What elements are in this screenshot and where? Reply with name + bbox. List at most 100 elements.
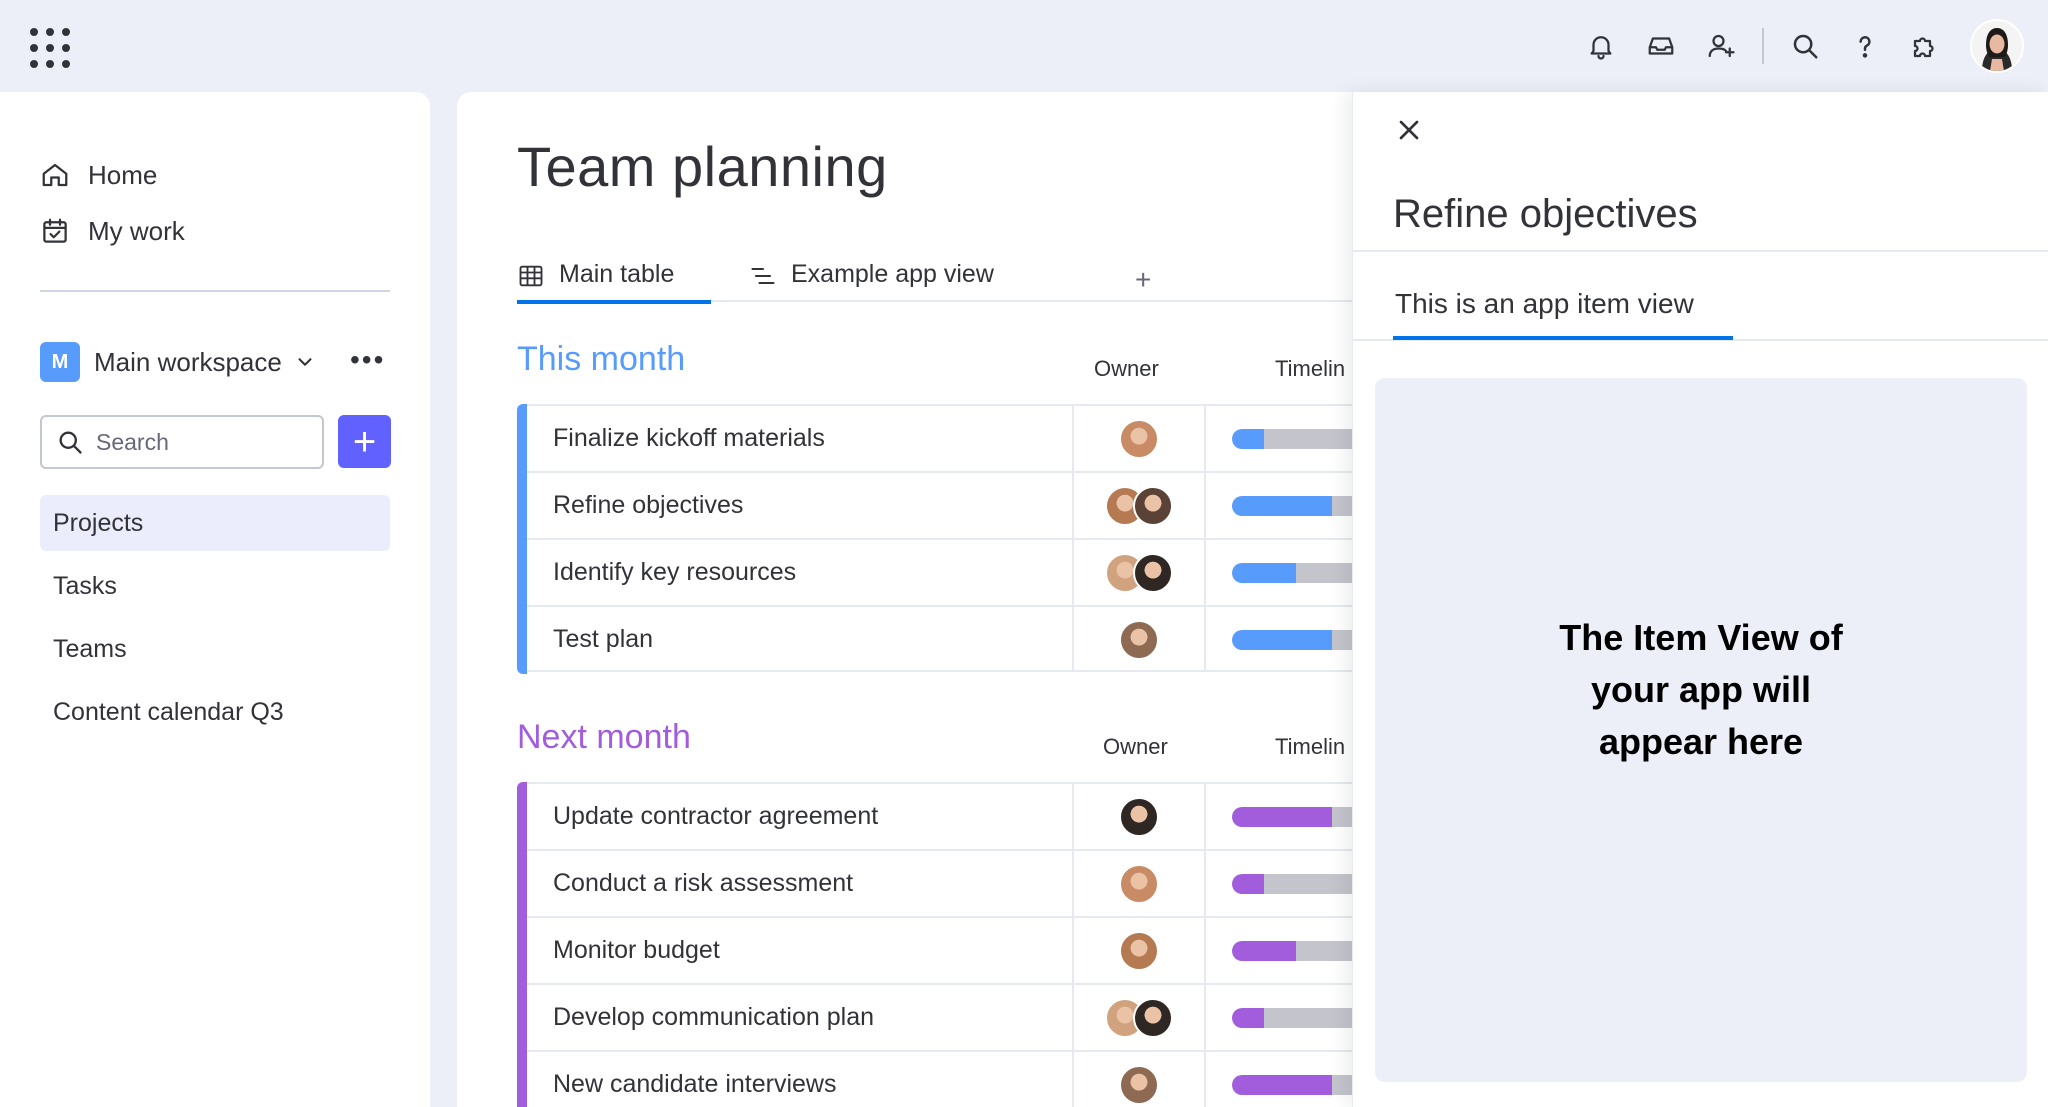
bell-icon[interactable] [1578,23,1624,69]
owner-cell[interactable] [1074,985,1204,1050]
cell-divider [1204,784,1206,849]
workspace-selector[interactable]: M Main workspace ••• [40,338,400,386]
search-icon [59,431,82,454]
app-placeholder-text: The Item View of your app will appear he… [1559,616,1843,763]
item-panel: Refine objectives This is an app item vi… [1352,92,2048,1107]
cell-divider [1204,918,1206,983]
sidebar-item-label: My work [88,215,185,246]
top-bar-actions [1564,16,2024,76]
sidebar-divider [40,290,390,292]
calendar-check-icon [43,218,67,243]
help-icon[interactable] [1842,23,1888,69]
timeline-fill [1232,1008,1264,1028]
group-title-next-month[interactable]: Next month [517,718,691,757]
sidebar-item-home[interactable]: Home [40,153,157,197]
owner-avatar [1119,863,1159,904]
item-name[interactable]: Identify key resources [553,540,796,605]
owner-avatar [1119,418,1159,459]
item-name[interactable]: Test plan [553,607,653,672]
sidebar-board-projects[interactable]: Projects [40,495,390,551]
table-row[interactable]: Finalize kickoff materials [527,404,1432,471]
owner-avatar [1119,930,1159,971]
owner-avatar [1119,619,1159,660]
owner-cell[interactable] [1074,784,1204,849]
table-row[interactable]: New candidate interviews [527,1050,1432,1107]
app-view-icon [751,267,775,285]
table-row[interactable]: Identify key resources [527,538,1432,605]
column-header-owner: Owner [1094,356,1159,381]
owner-cell[interactable] [1074,540,1204,605]
timeline-fill [1232,563,1296,583]
add-board-button[interactable]: + [338,415,391,468]
owner-avatar [1133,485,1173,526]
workspace-name: Main workspace [94,346,282,377]
item-name[interactable]: Develop communication plan [553,985,874,1050]
puzzle-icon[interactable] [1902,23,1948,69]
sidebar: Home My work M Main workspace ••• + Proj… [0,92,430,1107]
group-color-bar [517,404,527,674]
invite-user-icon[interactable] [1698,23,1744,69]
tab-app-item-view[interactable]: This is an app item view [1395,288,1694,320]
search-icon[interactable] [1782,23,1828,69]
app-item-view-area: The Item View of your app will appear he… [1375,378,2027,1082]
apps-grid-icon[interactable] [28,26,72,70]
owner-cell[interactable] [1074,607,1204,672]
sidebar-item-my-work[interactable]: My work [40,209,185,253]
user-avatar[interactable] [1970,19,2024,73]
owner-cell[interactable] [1074,473,1204,538]
table-row[interactable]: Develop communication plan [527,983,1432,1050]
timeline-fill [1232,630,1332,650]
timeline-fill [1232,1075,1332,1095]
table-row[interactable]: Update contractor agreement [527,782,1432,849]
owner-avatar [1119,1064,1159,1105]
close-icon[interactable] [1393,114,1425,146]
chevron-down-icon [298,358,312,366]
owner-avatar [1133,997,1173,1038]
cell-divider [1204,985,1206,1050]
timeline-fill [1232,941,1296,961]
group-table-this-month: Finalize kickoff materials Refine objecti… [517,404,1432,674]
workspace-more-button[interactable]: ••• [350,346,385,374]
owner-cell[interactable] [1074,918,1204,983]
inbox-icon[interactable] [1638,23,1684,69]
table-row[interactable]: Conduct a risk assessment [527,849,1432,916]
sidebar-board-tasks[interactable]: Tasks [40,558,390,614]
table-icon [519,265,543,287]
item-name[interactable]: Conduct a risk assessment [553,851,853,916]
table-row[interactable]: Test plan [527,605,1432,672]
table-row[interactable]: Refine objectives [527,471,1432,538]
group-table-next-month: Update contractor agreement Conduct a ris… [517,782,1432,1107]
item-name[interactable]: Monitor budget [553,918,720,983]
group-title-this-month[interactable]: This month [517,340,685,379]
owner-cell[interactable] [1074,851,1204,916]
top-bar [0,0,2048,92]
item-name[interactable]: Update contractor agreement [553,784,878,849]
sidebar-board-teams[interactable]: Teams [40,621,390,677]
tab-example-app-view[interactable]: Example app view [749,260,994,302]
item-name[interactable]: Refine objectives [553,473,743,538]
tab-main-table[interactable]: Main table [517,260,711,304]
table-row[interactable]: Monitor budget [527,916,1432,983]
timeline-fill [1232,874,1264,894]
search-field[interactable] [40,415,324,469]
timeline-fill [1232,429,1264,449]
item-name[interactable]: New candidate interviews [553,1052,836,1107]
item-name[interactable]: Finalize kickoff materials [553,406,825,471]
page-title: Team planning [517,135,888,198]
timeline-fill [1232,807,1332,827]
board-tabs: Main table Example app view + [517,260,1417,304]
tab-label: Example app view [791,260,994,288]
cell-divider [1204,1052,1206,1107]
add-view-button[interactable]: + [1135,264,1151,296]
owner-cell[interactable] [1074,406,1204,471]
workspace-badge: M [40,342,80,382]
panel-title: Refine objectives [1393,192,1698,236]
search-input[interactable] [96,428,296,456]
sidebar-item-label: Home [88,159,158,190]
owner-cell[interactable] [1074,1052,1204,1107]
cell-divider [1204,473,1206,538]
sidebar-board-content-calendar[interactable]: Content calendar Q3 [40,684,390,740]
cell-divider [1204,607,1206,672]
cell-divider [1204,851,1206,916]
cell-divider [1204,540,1206,605]
